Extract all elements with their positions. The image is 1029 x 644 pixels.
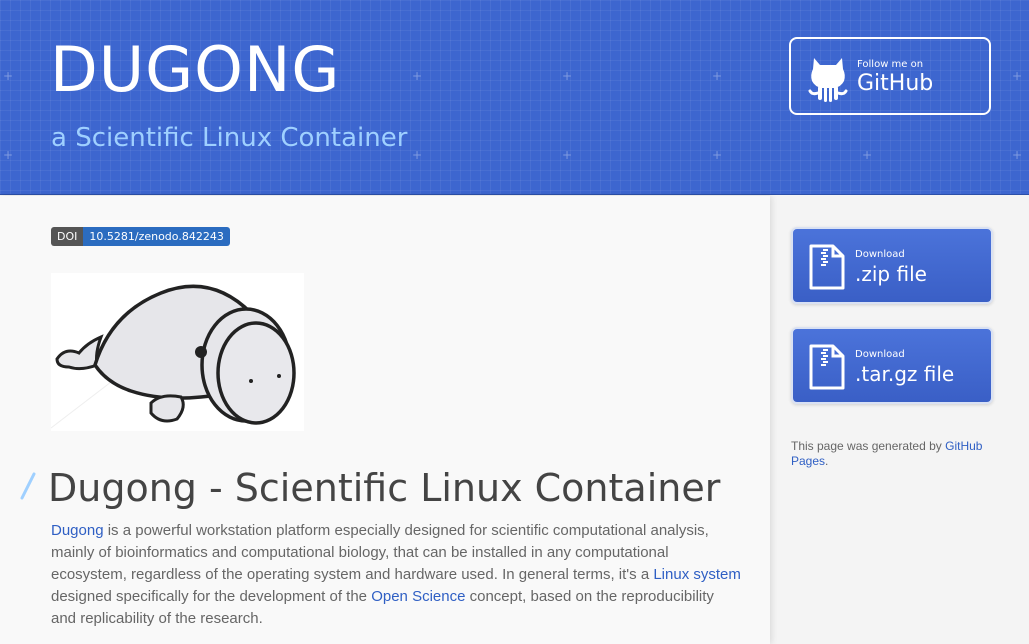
grid-plus-decoration: + (712, 148, 723, 162)
intro-paragraph: Dugong is a powerful workstation platfor… (51, 520, 743, 630)
zip-file-icon (809, 344, 845, 390)
intro-text-2: designed specifically for the developmen… (51, 588, 372, 605)
download-tar-button[interactable]: Download .tar.gz file (791, 327, 993, 404)
generated-by-note: This page was generated by GitHub Pages. (791, 439, 991, 469)
grid-plus-decoration: + (1012, 148, 1023, 162)
octocat-icon (808, 58, 848, 102)
dugong-logo-image (50, 284, 296, 429)
grid-plus-decoration: + (412, 148, 423, 162)
generated-text: This page was generated by (791, 439, 946, 453)
grid-plus-decoration: + (862, 148, 873, 162)
github-button-label: GitHub (857, 71, 934, 96)
download-zip-button[interactable]: Download .zip file (791, 227, 993, 304)
grid-plus-decoration: + (3, 148, 14, 162)
page-heading: Dugong - Scientific Linux Container (48, 466, 721, 510)
doi-badge-label: DOI (51, 227, 84, 246)
open-science-link[interactable]: Open Science (371, 588, 465, 605)
site-subtitle: a Scientific Linux Container (51, 123, 408, 153)
download-tar-small-label: Download (855, 349, 905, 360)
doi-badge-value: 10.5281/zenodo.842243 (83, 227, 230, 246)
main-content: DOI 10.5281/zenodo.842243 Dugong - Scien… (0, 196, 770, 644)
doi-badge[interactable]: DOI 10.5281/zenodo.842243 (51, 227, 230, 246)
site-header: + + + + + + + + + + + DUGONG a Scientifi… (0, 0, 1029, 195)
grid-plus-decoration: + (562, 69, 573, 83)
github-button-small-label: Follow me on (857, 59, 924, 70)
intro-text-1: is a powerful workstation platform espec… (51, 522, 709, 583)
grid-plus-decoration: + (712, 69, 723, 83)
dugong-link[interactable]: Dugong (51, 522, 104, 539)
dugong-logo (50, 273, 304, 431)
download-zip-label: .zip file (855, 262, 927, 286)
grid-plus-decoration: + (1012, 69, 1023, 83)
grid-plus-decoration: + (3, 69, 14, 83)
grid-plus-decoration: + (412, 69, 423, 83)
heading-slash-decoration (20, 472, 36, 500)
zip-file-icon (809, 244, 845, 290)
site-title: DUGONG (50, 33, 341, 106)
generated-end: . (825, 454, 829, 468)
follow-github-button[interactable]: Follow me on GitHub (789, 37, 991, 115)
grid-plus-decoration: + (562, 148, 573, 162)
download-zip-small-label: Download (855, 249, 905, 260)
linux-system-link[interactable]: Linux system (653, 566, 741, 583)
download-tar-label: .tar.gz file (855, 362, 955, 386)
